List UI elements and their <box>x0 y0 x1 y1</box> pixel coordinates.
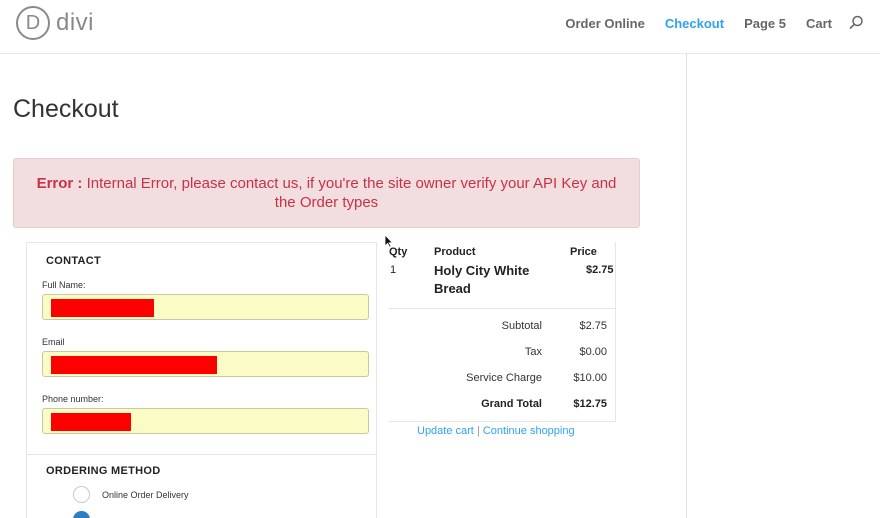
email-label: Email <box>42 337 65 347</box>
tax-label: Tax <box>524 346 542 358</box>
nav-item-cart[interactable]: Cart <box>806 16 832 31</box>
update-cart-link[interactable]: Update cart <box>417 425 474 437</box>
cart-links: Update cart | Continue shopping <box>417 425 575 437</box>
page-title: Checkout <box>13 95 119 123</box>
redacted-value <box>51 356 217 374</box>
site-logo[interactable]: D divi <box>16 6 94 40</box>
sidebar-divider <box>686 54 687 518</box>
pickup-option[interactable] <box>73 511 102 518</box>
continue-shopping-link[interactable]: Continue shopping <box>483 425 575 437</box>
checkout-form: CONTACT Full Name: Email Phone number: O… <box>26 242 377 518</box>
search-icon[interactable] <box>848 15 864 31</box>
logo-mark: D <box>16 6 50 40</box>
main-nav: Order Online Checkout Page 5 Cart <box>545 15 864 31</box>
error-body: Internal Error, please contact us, if yo… <box>86 175 617 211</box>
full-name-label: Full Name: <box>42 280 86 290</box>
redacted-value <box>51 413 131 431</box>
error-label: Error : <box>36 175 83 192</box>
service-charge-value: $10.00 <box>573 372 607 384</box>
error-text: Error : Internal Error, please contact u… <box>34 174 619 212</box>
service-charge-label: Service Charge <box>466 372 542 384</box>
nav-item-checkout[interactable]: Checkout <box>665 16 724 31</box>
grand-total-label: Grand Total <box>481 398 542 410</box>
grand-total-value: $12.75 <box>573 398 607 410</box>
logo-text: divi <box>56 9 95 36</box>
pickup-radio[interactable] <box>73 511 90 518</box>
delivery-option[interactable]: Online Order Delivery <box>73 486 189 503</box>
email-input[interactable] <box>42 351 369 377</box>
subtotal-label: Subtotal <box>501 320 542 332</box>
price-header: Price <box>570 246 597 258</box>
redacted-value <box>51 299 154 317</box>
item-product: Holy City White Bread <box>434 263 530 296</box>
ordering-method-title: ORDERING METHOD <box>46 465 161 477</box>
item-price: $2.75 <box>586 264 614 276</box>
contact-section-title: CONTACT <box>46 255 102 267</box>
mouse-cursor-icon <box>384 234 394 248</box>
phone-input[interactable] <box>42 408 369 434</box>
nav-item-page-5[interactable]: Page 5 <box>744 16 786 31</box>
item-qty: 1 <box>390 264 397 276</box>
section-divider <box>27 454 376 455</box>
order-summary: Qty Product Price 1 Holy City White Brea… <box>389 242 616 422</box>
subtotal-value: $2.75 <box>579 320 607 332</box>
delivery-label: Online Order Delivery <box>102 489 189 500</box>
site-header: D divi Order Online Checkout Page 5 Cart <box>0 0 880 54</box>
delivery-radio[interactable] <box>73 486 90 503</box>
nav-item-order-online[interactable]: Order Online <box>565 16 644 31</box>
phone-label: Phone number: <box>42 394 104 404</box>
link-separator: | <box>476 425 480 437</box>
summary-divider <box>389 308 615 309</box>
error-message: Error : Internal Error, please contact u… <box>13 158 640 228</box>
tax-value: $0.00 <box>579 346 607 358</box>
product-header: Product <box>434 246 476 258</box>
full-name-input[interactable] <box>42 294 369 320</box>
